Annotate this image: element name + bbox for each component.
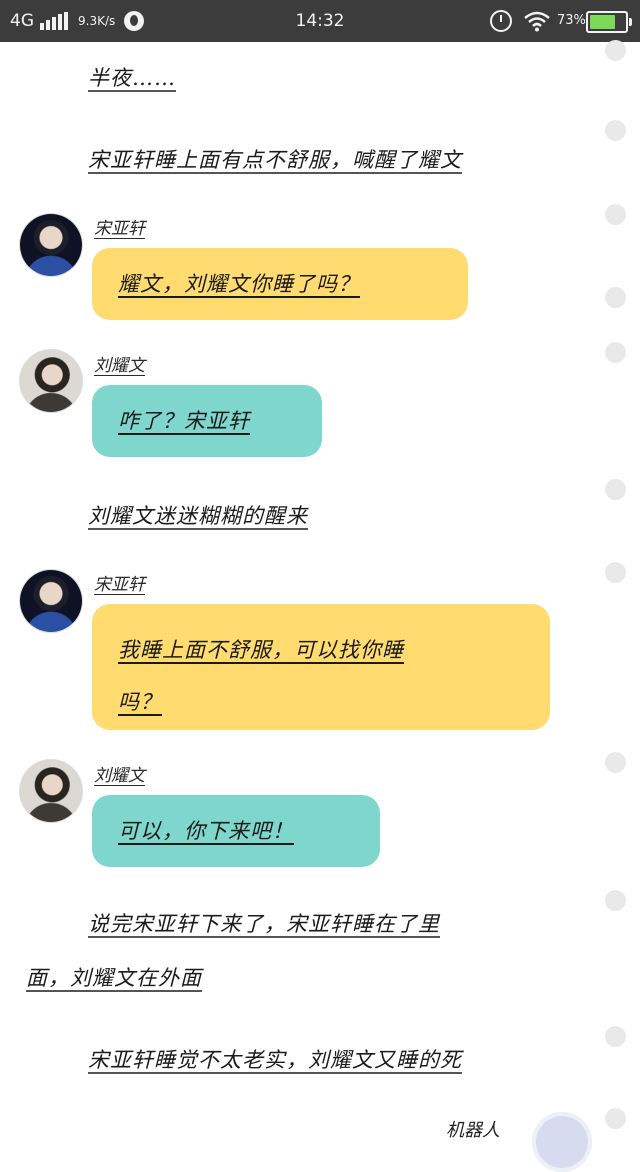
side-dot[interactable]: [605, 479, 626, 500]
chat-bubble-text: 咋了？宋亚轩: [118, 409, 250, 433]
speaker-name: 刘耀文: [94, 766, 145, 786]
chat-bubble: 咋了？宋亚轩: [92, 385, 322, 457]
chat-bubble-text: 我睡上面不舒服，可以找你睡: [118, 638, 404, 662]
story-text: 面，刘耀文在外面: [26, 966, 202, 990]
side-dot[interactable]: [605, 342, 626, 363]
story-text: 说完宋亚轩下来了，宋亚轩睡在了里: [88, 912, 440, 936]
story-text: 宋亚轩睡上面有点不舒服，喊醒了耀文: [88, 148, 462, 172]
battery-fill: [590, 15, 615, 29]
status-bar: 4G 9.3K/s 14:32 73%: [0, 0, 640, 42]
story-text: 刘耀文迷迷糊糊的醒来: [88, 504, 308, 528]
chat-bubble-text: 可以，你下来吧！: [118, 819, 294, 843]
chat-bubble: 耀文，刘耀文你睡了吗？: [92, 248, 468, 320]
side-dot[interactable]: [605, 1026, 626, 1047]
robot-avatar[interactable]: [532, 1112, 592, 1172]
side-dot[interactable]: [605, 40, 626, 61]
side-dot[interactable]: [605, 204, 626, 225]
speaker-name: 宋亚轩: [94, 219, 145, 239]
avatar-song-yaxuan[interactable]: [20, 570, 82, 632]
battery-percent: 73%: [557, 13, 586, 28]
robot-label: 机器人: [446, 1120, 500, 1141]
alarm-icon: [490, 10, 512, 32]
story-text: 宋亚轩睡觉不太老实，刘耀文又睡的死: [88, 1048, 462, 1072]
chat-bubble: 我睡上面不舒服，可以找你睡 吗？: [92, 604, 550, 730]
side-dot[interactable]: [605, 120, 626, 141]
speaker-name: 宋亚轩: [94, 575, 145, 595]
story-text: 半夜……: [88, 66, 176, 90]
speaker-name: 刘耀文: [94, 356, 145, 376]
chat-bubble-text: 耀文，刘耀文你睡了吗？: [118, 272, 360, 296]
side-dot[interactable]: [605, 287, 626, 308]
chat-bubble-text: 吗？: [118, 690, 162, 714]
avatar-liu-yaowen[interactable]: [20, 760, 82, 822]
avatar-liu-yaowen[interactable]: [20, 350, 82, 412]
wifi-icon: [524, 11, 550, 32]
side-dot[interactable]: [605, 752, 626, 773]
chat-bubble: 可以，你下来吧！: [92, 795, 380, 867]
side-dot[interactable]: [605, 1108, 626, 1129]
battery-icon: [586, 11, 632, 33]
side-dot[interactable]: [605, 562, 626, 583]
avatar-song-yaxuan[interactable]: [20, 214, 82, 276]
side-dot[interactable]: [605, 890, 626, 911]
